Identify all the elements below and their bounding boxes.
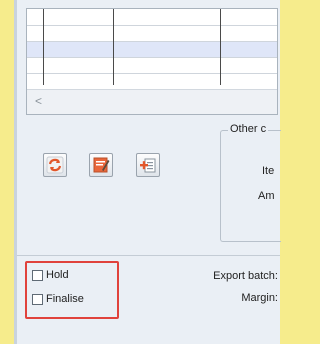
add-button[interactable]	[136, 153, 160, 177]
add-icon	[139, 156, 157, 174]
other-field2-label: Am	[258, 190, 275, 202]
finalise-checkbox[interactable]	[32, 293, 43, 305]
hold-label[interactable]: Hold	[46, 269, 69, 281]
hold-checkbox-row[interactable]: Hold	[32, 269, 69, 281]
grid-line	[27, 25, 277, 26]
table-row-selected[interactable]	[27, 41, 277, 57]
export-batch-label: Export batch:	[213, 270, 278, 282]
column-divider	[113, 9, 114, 85]
grid-line	[27, 41, 277, 42]
finalise-label[interactable]: Finalise	[46, 293, 84, 305]
edit-icon	[92, 156, 110, 174]
grid-line	[27, 57, 277, 58]
other-field1-label: Ite	[262, 165, 275, 177]
table-row[interactable]	[27, 25, 277, 41]
other-charges-group	[220, 130, 281, 242]
margin-label: Margin:	[241, 292, 278, 304]
section-divider	[17, 255, 280, 256]
finalise-checkbox-row[interactable]: Finalise	[32, 293, 84, 305]
grid-line	[27, 73, 277, 74]
edit-button[interactable]	[89, 153, 113, 177]
scroll-left-arrow[interactable]: <	[35, 94, 42, 108]
column-divider	[43, 9, 44, 85]
horizontal-scrollbar[interactable]: <	[27, 89, 277, 114]
other-charges-group-title: Other c	[228, 123, 269, 135]
lines-grid[interactable]: <	[26, 8, 278, 115]
column-divider	[220, 9, 221, 85]
hold-checkbox[interactable]	[32, 269, 43, 281]
refresh-button[interactable]	[43, 153, 67, 177]
table-row[interactable]	[27, 57, 277, 73]
refresh-icon	[46, 156, 64, 174]
